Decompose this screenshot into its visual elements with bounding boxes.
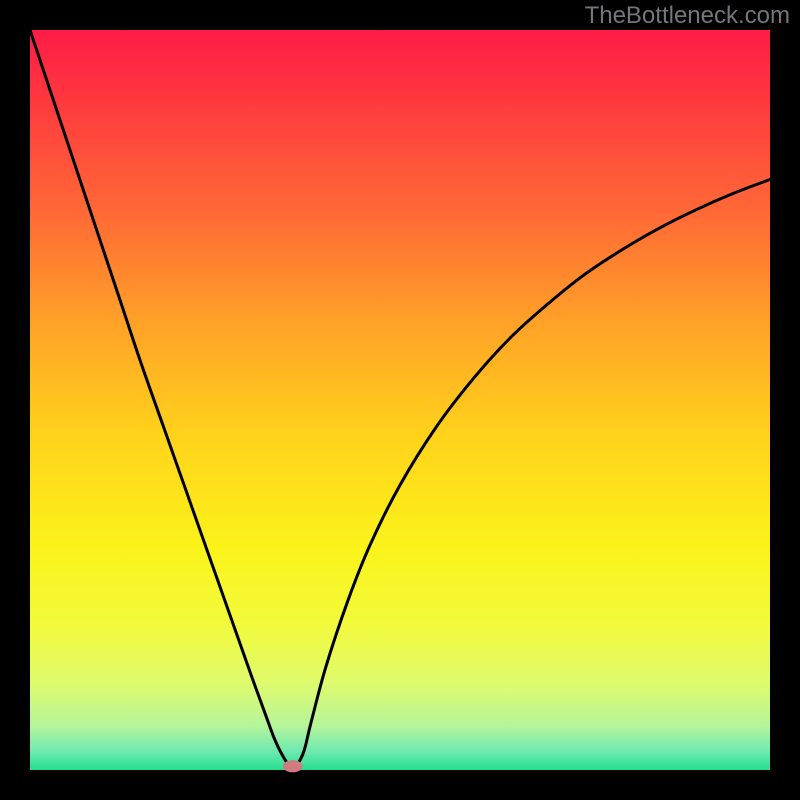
watermark-text: TheBottleneck.com: [585, 2, 790, 30]
minimum-marker: [283, 760, 303, 772]
bottleneck-chart: TheBottleneck.com: [0, 0, 800, 800]
plot-area: [30, 30, 770, 770]
chart-canvas: [0, 0, 800, 800]
